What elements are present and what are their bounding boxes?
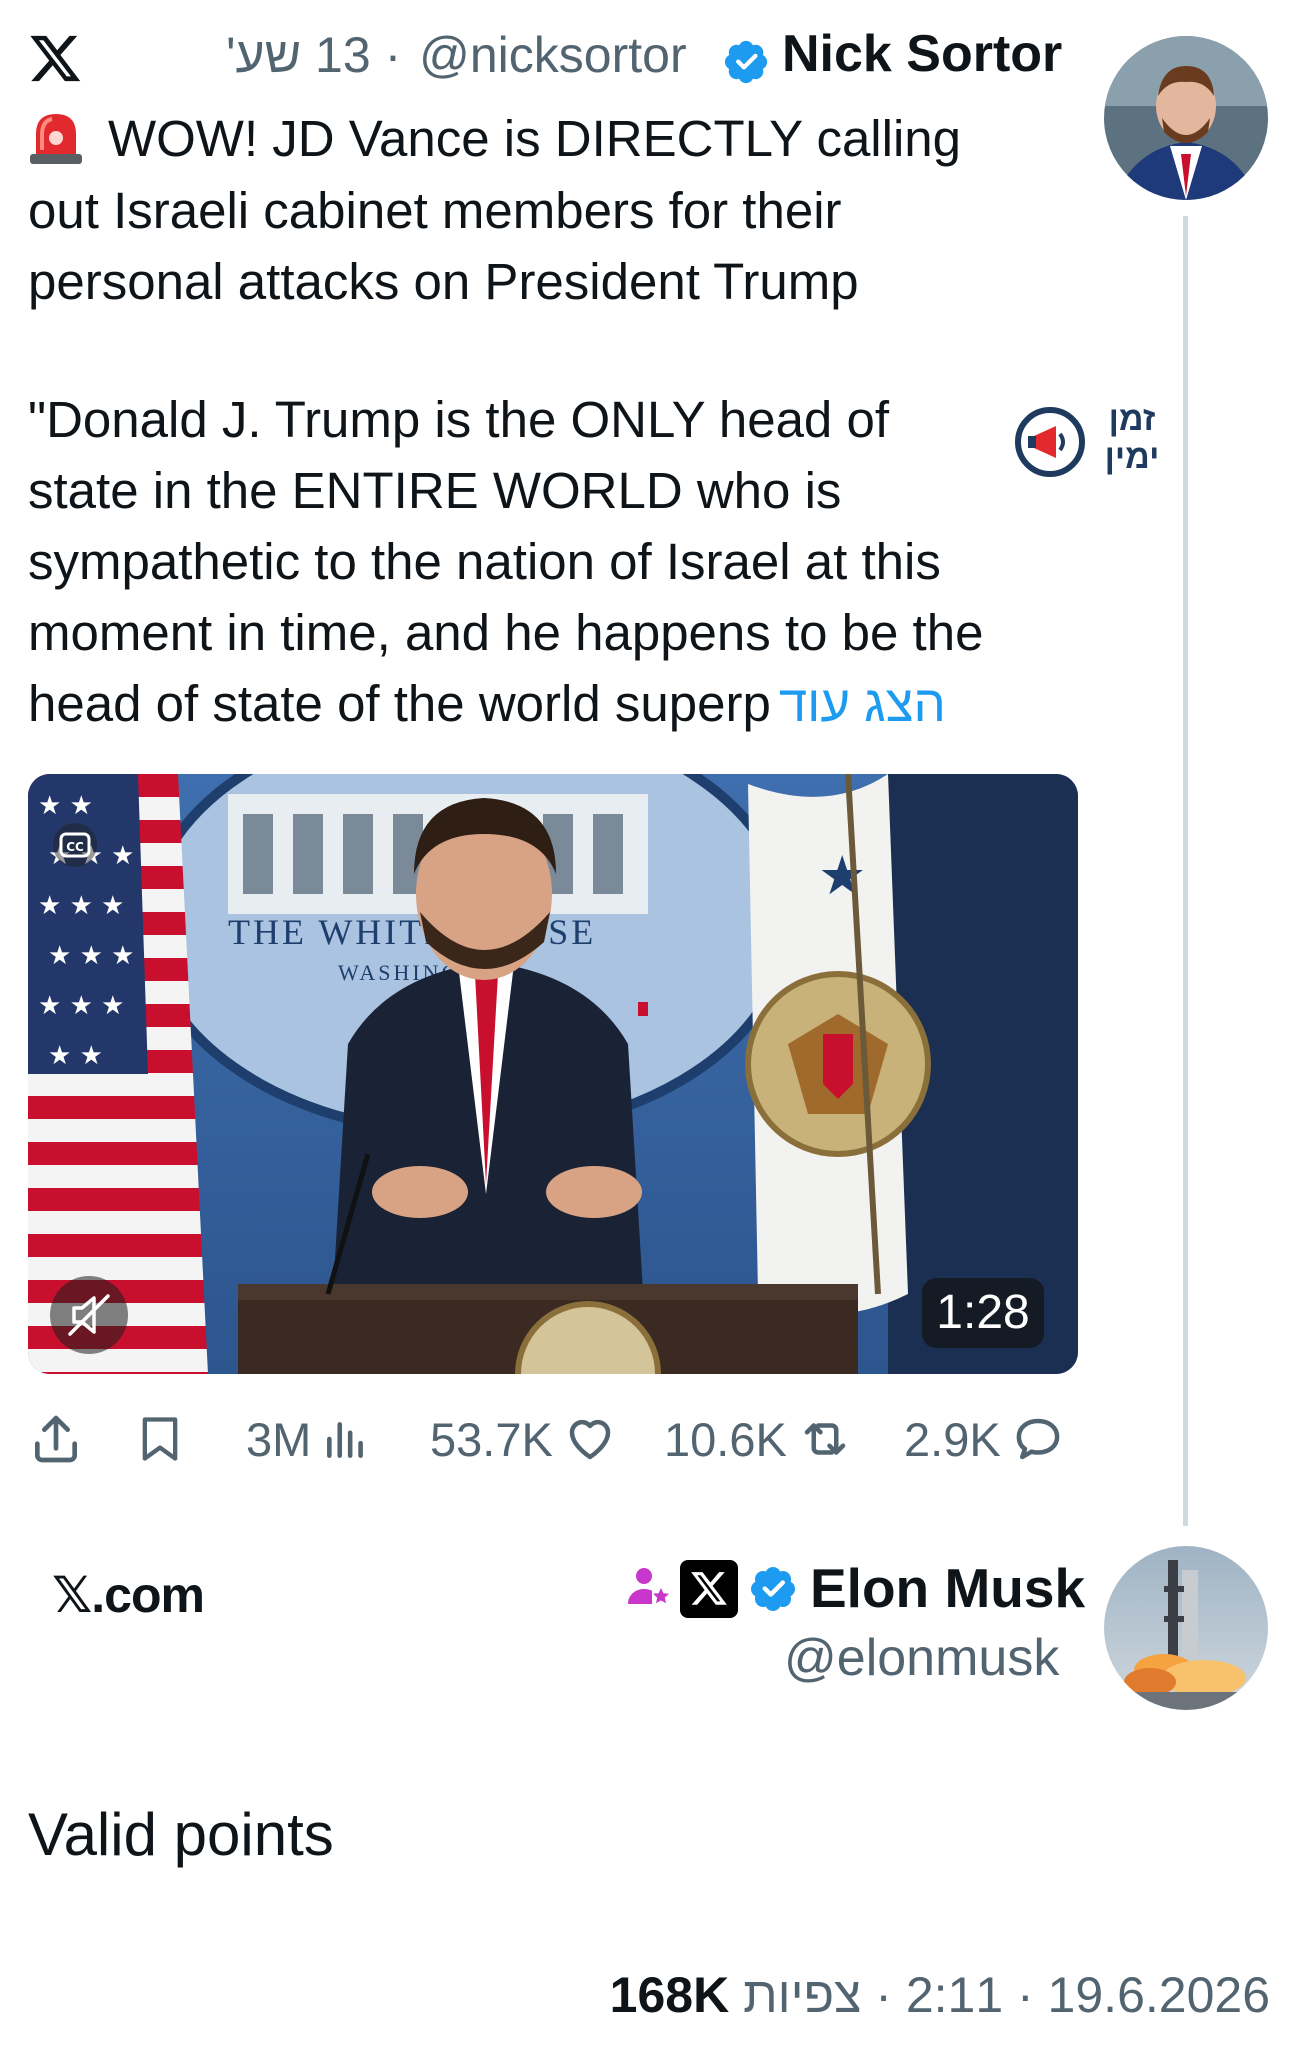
repost-icon [804, 1423, 846, 1455]
svg-text:★: ★ [818, 844, 866, 907]
mute-button[interactable] [50, 1276, 128, 1354]
mute-icon [68, 1294, 110, 1336]
dot-separator: · [861, 1967, 906, 2023]
tweet-text-line1-content: WOW! JD Vance is DIRECTLY calling [108, 110, 962, 167]
cc-icon[interactable]: CC [52, 822, 98, 868]
video-frame: THE WHITE HOUSE WASHINGTON ★ ★ ★ ★ ★ ★ ★ ★… [28, 774, 1078, 1374]
views-count: 168K [609, 1967, 730, 2023]
tweet-text-quote: "Donald J. Trump is the ONLY head of sta… [28, 384, 1068, 739]
reply-text: Valid points [28, 1801, 334, 1868]
tweet-timestamp[interactable]: 2:11 · 19.6.2026 [906, 1967, 1270, 2023]
x-badge-icon [680, 1560, 738, 1618]
avatar[interactable] [1104, 36, 1268, 200]
replies-count: 2.9K [904, 1412, 1001, 1466]
video-duration: 1:28 [922, 1278, 1044, 1348]
views-label: צפיות [743, 1967, 862, 2023]
thread-line [1183, 216, 1188, 1526]
verified-icon [751, 1567, 795, 1611]
tweet-text-body: out Israeli cabinet members for their pe… [28, 182, 859, 310]
svg-text:★ ★ ★: ★ ★ ★ [38, 891, 124, 921]
video-player[interactable]: THE WHITE HOUSE WASHINGTON ★ ★ ★ ★ ★ ★ ★ ★… [28, 774, 1078, 1374]
siren-icon [30, 114, 82, 164]
svg-text:★ ★ ★: ★ ★ ★ [38, 991, 124, 1021]
svg-text:CC: CC [66, 840, 84, 854]
like-button[interactable]: 53.7K [430, 1404, 617, 1474]
tweet-meta: 13 שע' · @nicksortor [226, 26, 687, 84]
svg-text:★ ★: ★ ★ [48, 1041, 103, 1071]
svg-text:★ ★ ★: ★ ★ ★ [48, 941, 134, 971]
reply-author-handle[interactable]: @elonmusk [784, 1628, 1059, 1688]
reposts-count: 10.6K [664, 1412, 787, 1466]
author-name[interactable]: Nick Sortor [782, 24, 1062, 84]
tweet-text-line1: WOW! JD Vance is DIRECTLY calling [28, 103, 1088, 174]
affiliate-icon[interactable] [624, 1562, 672, 1610]
channel-logo-text: זמן ימין [1104, 400, 1160, 476]
verified-icon [724, 40, 768, 84]
views-count: 3M [246, 1412, 312, 1466]
author-handle[interactable]: @nicksortor [419, 27, 686, 83]
reply-icon [1016, 1418, 1060, 1460]
reply-author-name[interactable]: Elon Musk [810, 1556, 1085, 1620]
share-icon [35, 1415, 77, 1463]
views-icon [327, 1422, 364, 1458]
avatar[interactable] [1104, 1546, 1268, 1710]
reply-button[interactable]: 2.9K [904, 1404, 1065, 1474]
bookmark-icon [142, 1417, 178, 1461]
bookmark-button[interactable] [134, 1404, 190, 1474]
likes-count: 53.7K [430, 1412, 553, 1466]
like-icon [569, 1419, 611, 1460]
repost-button[interactable]: 10.6K [664, 1404, 853, 1474]
svg-text:★ ★: ★ ★ [38, 791, 93, 821]
tweet-footer-meta: 168K צפיות · 2:11 · 19.6.2026 [610, 1966, 1270, 2024]
show-more-link[interactable]: הצג עוד [779, 675, 946, 732]
dot-separator: · [370, 27, 416, 83]
views-button[interactable]: 3M [246, 1404, 371, 1474]
channel-logo: זמן ימין [1010, 398, 1170, 482]
tweet-time-ago[interactable]: 13 שע' [226, 27, 371, 83]
share-button[interactable] [28, 1404, 88, 1474]
x-logo-icon[interactable] [28, 30, 84, 86]
source-label: 𝕏.com [52, 1567, 205, 1623]
